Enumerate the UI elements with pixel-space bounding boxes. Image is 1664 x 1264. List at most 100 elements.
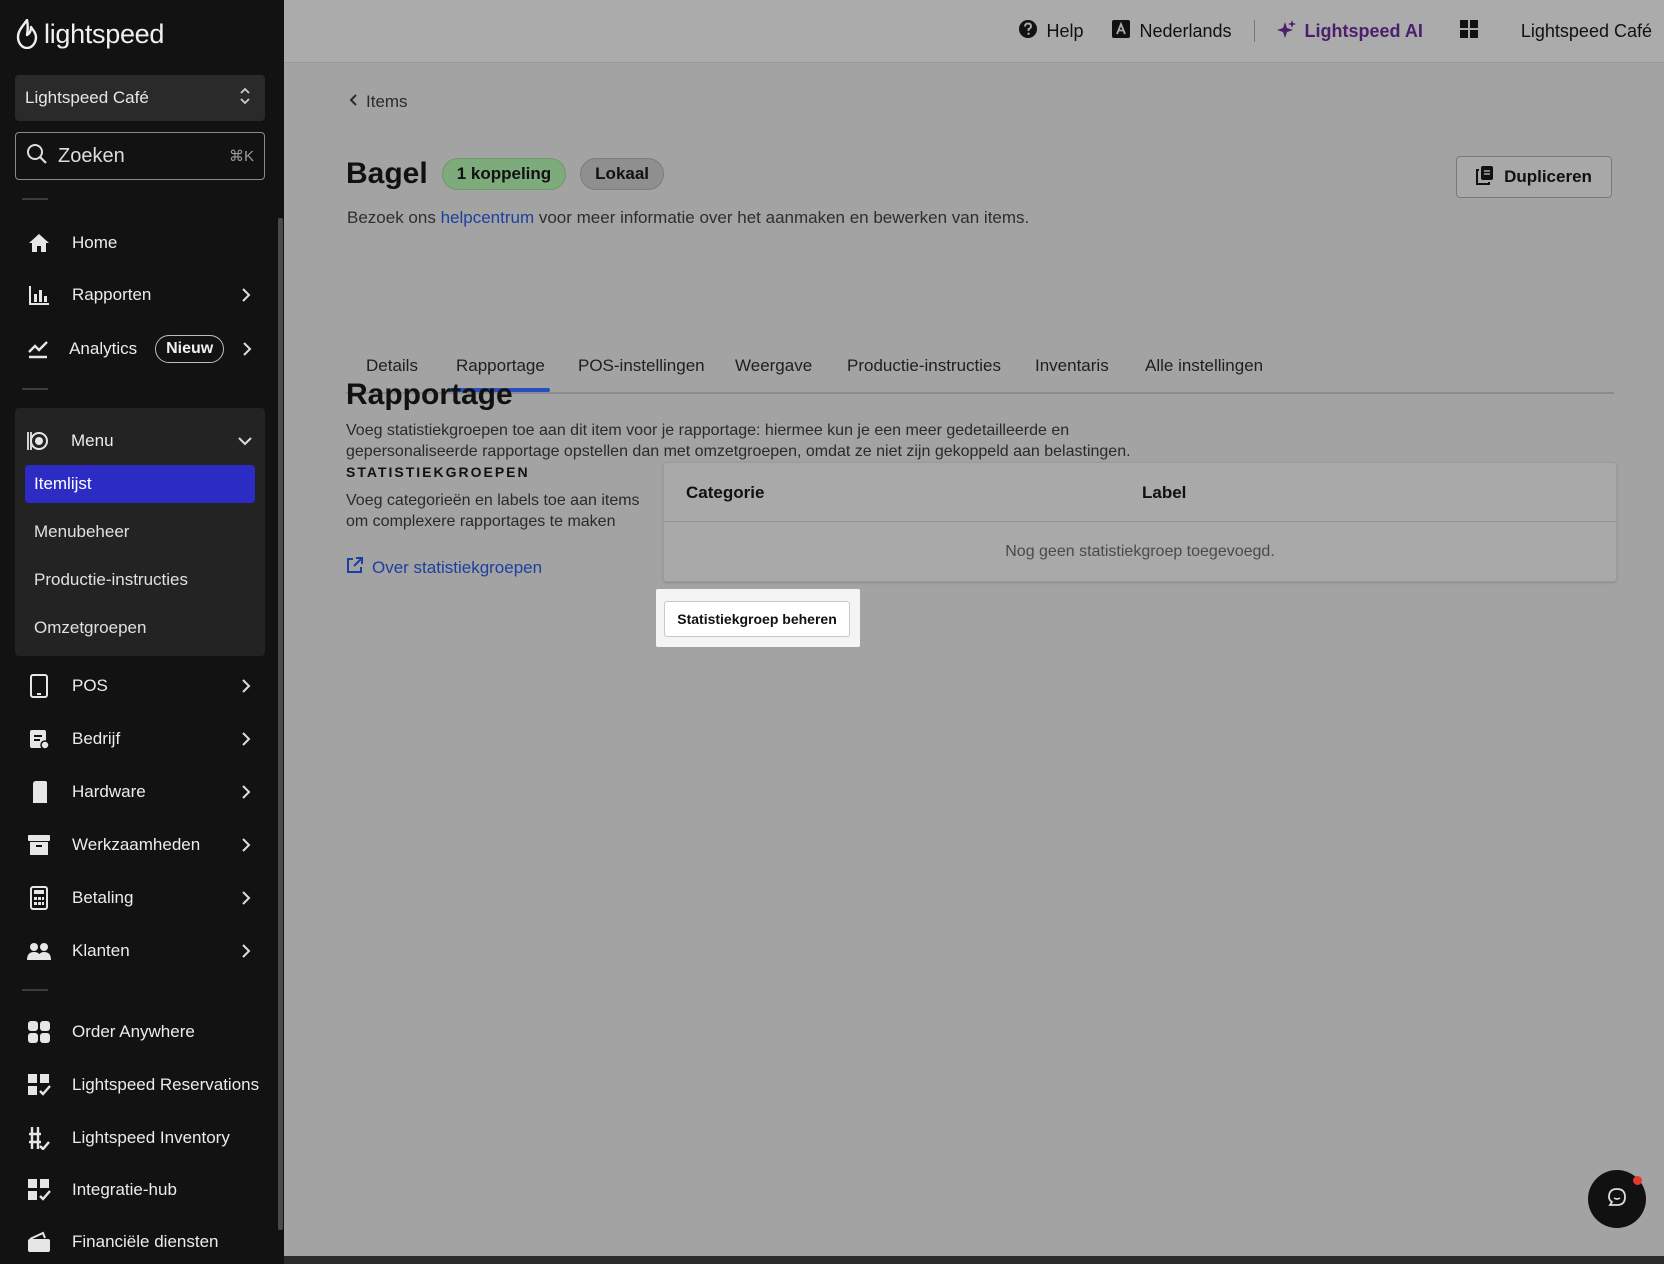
language-label: Nederlands	[1139, 20, 1232, 41]
manage-stat-group-button[interactable]: Statistiekgroep beheren	[664, 601, 850, 637]
help-icon	[1018, 19, 1038, 44]
store-selector[interactable]: Lightspeed Café	[15, 75, 265, 121]
people-icon	[26, 938, 52, 964]
sidebar-item-financiele-diensten[interactable]: Financiële diensten	[16, 1220, 266, 1264]
sidebar-sub-item-itemlijst[interactable]: Itemlijst	[25, 465, 255, 503]
brand-name: lightspeed	[44, 18, 165, 49]
help-text: Bezoek ons helpcentrum voor meer informa…	[347, 208, 1029, 228]
sidebar-sub-item-menubeheer[interactable]: Menubeheer	[25, 513, 255, 551]
local-status-badge: Lokaal	[580, 158, 665, 190]
chevron-right-icon	[236, 888, 256, 908]
chevron-right-icon	[236, 676, 256, 696]
sidebar-scrollbar[interactable]	[278, 218, 283, 1230]
wallet-icon	[26, 1229, 52, 1255]
brand-logo[interactable]: lightspeed	[16, 16, 164, 52]
section-title: Rapportage	[346, 378, 513, 411]
help-button[interactable]: Help	[1018, 11, 1083, 51]
grid-check-icon	[26, 1072, 52, 1098]
breadcrumb[interactable]: Items	[348, 92, 408, 112]
lightspeed-ai-button[interactable]: Lightspeed AI	[1276, 11, 1423, 51]
device-icon	[26, 779, 52, 805]
divider	[22, 989, 48, 991]
archive-box-icon	[26, 832, 52, 858]
trend-icon	[26, 336, 49, 362]
menu-group: Menu Itemlijst Menubeheer Productie-inst…	[15, 408, 265, 656]
tab-inventaris[interactable]: Inventaris	[1035, 356, 1109, 376]
sidebar-item-hardware[interactable]: Hardware	[16, 770, 266, 814]
tab-weergave[interactable]: Weergave	[735, 356, 812, 376]
page-title: Bagel	[346, 157, 428, 190]
bottom-strip	[284, 1256, 1664, 1264]
sidebar-item-lightspeed-reservations[interactable]: Lightspeed Reservations	[16, 1063, 266, 1107]
sidebar-item-order-anywhere[interactable]: Order Anywhere	[16, 1010, 266, 1054]
notification-dot	[1633, 1176, 1642, 1185]
lightspeed-ai-label: Lightspeed AI	[1304, 20, 1423, 41]
sidebar-item-label: Menu	[71, 431, 114, 450]
search-input[interactable]: Zoeken ⌘K	[15, 132, 265, 180]
breadcrumb-label: Items	[366, 92, 408, 111]
sidebar-item-pos[interactable]: POS	[16, 664, 266, 708]
stat-groups-heading: STATISTIEKGROEPEN	[346, 464, 530, 480]
account-menu[interactable]: Lightspeed Café	[1521, 11, 1652, 51]
tab-productie-instructies[interactable]: Productie-instructies	[847, 356, 1001, 376]
sidebar-item-bedrijf[interactable]: Bedrijf	[16, 717, 266, 761]
about-stat-groups-link[interactable]: Over statistiekgroepen	[346, 556, 542, 579]
chat-icon	[1607, 1187, 1627, 1212]
sidebar-item-label: Hardware	[72, 782, 146, 801]
stat-groups-table: Categorie Label Nog geen statistiekgroep…	[663, 462, 1617, 582]
sidebar-sub-item-productie-instructies[interactable]: Productie-instructies	[25, 561, 255, 599]
chevron-right-icon	[236, 782, 256, 802]
menu-plate-icon	[25, 428, 51, 454]
sidebar-item-home[interactable]: Home	[16, 221, 266, 265]
tab-bar: Details Rapportage POS-instellingen Weer…	[346, 272, 1614, 394]
chevron-right-icon	[236, 729, 256, 749]
sidebar-item-label: Rapporten	[72, 285, 152, 304]
sidebar-item-label: Werkzaamheden	[72, 835, 201, 854]
sidebar-item-label: POS	[72, 676, 108, 695]
sidebar-item-klanten[interactable]: Klanten	[16, 929, 266, 973]
chat-button[interactable]	[1588, 1170, 1646, 1228]
sidebar-item-lightspeed-inventory[interactable]: Lightspeed Inventory	[16, 1116, 266, 1160]
apps-grid-button[interactable]	[1459, 11, 1479, 51]
chevron-left-icon	[348, 92, 358, 112]
sidebar-item-label: Bedrijf	[72, 729, 121, 748]
tab-details[interactable]: Details	[366, 356, 418, 376]
sidebar-item-integratie-hub[interactable]: Integratie-hub	[16, 1168, 266, 1212]
home-icon	[26, 230, 52, 256]
language-icon	[1111, 19, 1131, 44]
title-row: Bagel 1 koppeling Lokaal	[346, 157, 665, 191]
tab-pos-instellingen[interactable]: POS-instellingen	[578, 356, 705, 376]
section-description: Voeg statistiekgroepen toe aan dit item …	[346, 422, 1131, 460]
stat-groups-description: Voeg categorieën en labels toe aan items…	[346, 492, 640, 530]
sidebar-sub-item-omzetgroepen[interactable]: Omzetgroepen	[25, 609, 255, 647]
sidebar-item-menu[interactable]: Menu	[15, 419, 265, 463]
language-button[interactable]: Nederlands	[1111, 11, 1232, 51]
integration-hub-icon	[26, 1177, 52, 1203]
help-label: Help	[1046, 20, 1084, 41]
calculator-icon	[26, 885, 52, 911]
sidebar-item-analytics[interactable]: Analytics Nieuw	[16, 327, 266, 371]
tab-rapportage[interactable]: Rapportage	[456, 356, 545, 376]
empty-state-message: Nog geen statistiekgroep toegevoegd.	[1005, 543, 1275, 560]
divider	[22, 198, 48, 200]
flame-logo-icon	[16, 19, 38, 49]
chevron-right-icon	[236, 835, 256, 855]
duplicate-button[interactable]: Dupliceren	[1456, 156, 1612, 198]
business-icon	[26, 726, 52, 752]
sidebar-item-label: Klanten	[72, 941, 130, 960]
help-center-link[interactable]: helpcentrum	[441, 208, 535, 227]
sidebar: lightspeed Lightspeed Café Zoeken ⌘K Hom…	[0, 0, 284, 1264]
search-label: Zoeken	[58, 144, 125, 167]
sidebar-item-label: Lightspeed Inventory	[72, 1128, 230, 1147]
sidebar-item-betaling[interactable]: Betaling	[16, 876, 266, 920]
help-text-suffix: voor meer informatie over het aanmaken e…	[534, 208, 1030, 227]
tab-alle-instellingen[interactable]: Alle instellingen	[1145, 356, 1263, 376]
sidebar-item-werkzaamheden[interactable]: Werkzaamheden	[16, 823, 266, 867]
search-shortcut: ⌘K	[228, 148, 254, 165]
sidebar-item-rapporten[interactable]: Rapporten	[16, 273, 266, 317]
highlight-spotlight: Statistiekgroep beheren	[656, 589, 860, 647]
top-bar: Help Nederlands Lightspeed AI Lightspeed…	[284, 0, 1664, 63]
tabs-divider	[346, 392, 1614, 394]
inventory-icon	[26, 1125, 52, 1151]
updown-chevron-icon	[239, 86, 251, 111]
